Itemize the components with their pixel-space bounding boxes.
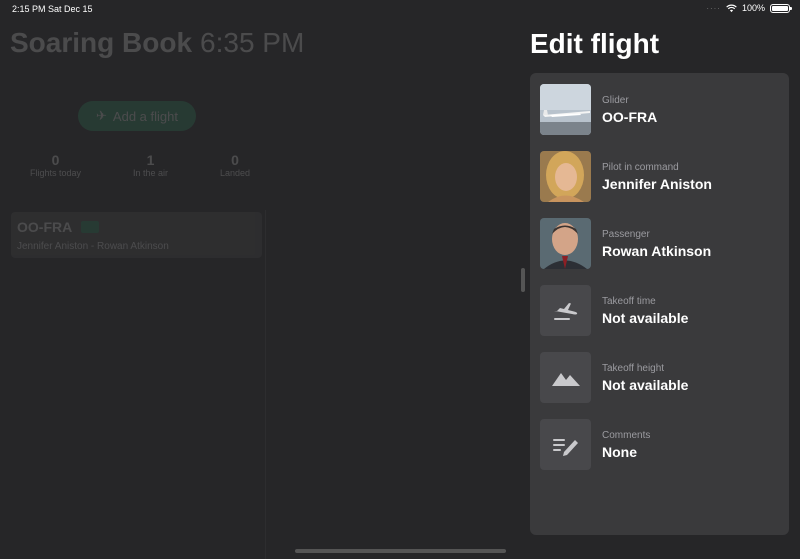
- comments-row[interactable]: Comments None: [540, 419, 780, 470]
- pilot-row[interactable]: Pilot in command Jennifer Aniston: [540, 151, 780, 202]
- comments-value: None: [602, 444, 637, 460]
- plane-icon: ✈: [96, 108, 107, 123]
- passenger-label: Passenger: [602, 229, 650, 240]
- battery-icon: [770, 3, 792, 13]
- flight-card[interactable]: OO-FRA Jennifer Aniston - Rowan Atkinson: [11, 212, 262, 258]
- comments-label: Comments: [602, 430, 651, 441]
- takeoff-icon: [540, 285, 591, 336]
- stat-item: 1 In the air: [133, 152, 168, 178]
- stat-value: 1: [146, 152, 155, 168]
- home-indicator[interactable]: [295, 549, 506, 553]
- takeoff-time-value: Not available: [602, 310, 689, 326]
- battery-percent: 100%: [741, 3, 765, 13]
- takeoff-time-row[interactable]: Takeoff time Not available: [540, 285, 780, 336]
- stat-label: In the air: [132, 168, 168, 178]
- passenger-row[interactable]: Passenger Rowan Atkinson: [540, 218, 780, 269]
- passenger-value: Rowan Atkinson: [602, 243, 712, 259]
- stat-value: 0: [51, 152, 60, 168]
- status-right: ···· 100%: [706, 3, 792, 13]
- takeoff-height-row[interactable]: Takeoff height Not available: [540, 352, 780, 403]
- pilot-avatar: [540, 151, 591, 202]
- stat-value: 0: [231, 152, 239, 168]
- background-app: Soaring Book 6:35 PM ✈ Add a flight 0 Flig…: [0, 0, 520, 559]
- flight-crew: Jennifer Aniston - Rowan Atkinson: [17, 241, 169, 252]
- signal-icon: ····: [706, 3, 721, 13]
- passenger-avatar: [540, 218, 591, 269]
- flight-registration: OO-FRA: [17, 219, 73, 235]
- stat-label: Landed: [219, 168, 250, 178]
- stat-item: 0 Landed: [220, 152, 250, 178]
- glider-photo: [540, 84, 591, 135]
- takeoff-time-label: Takeoff time: [602, 296, 656, 307]
- glider-label: Glider: [602, 95, 629, 106]
- add-flight-label: Add a flight: [112, 108, 178, 124]
- pilot-value: Jennifer Aniston: [602, 176, 712, 192]
- wifi-icon: [726, 4, 737, 12]
- stat-label: Flights today: [30, 168, 82, 178]
- split-divider: [265, 210, 266, 559]
- page-title: Edit flight: [530, 28, 660, 59]
- mountain-icon: [540, 352, 591, 403]
- app-clock: 6:35 PM: [200, 27, 305, 58]
- add-flight-button[interactable]: ✈ Add a flight: [78, 101, 196, 131]
- edit-notes-icon: [540, 419, 591, 470]
- resize-handle[interactable]: [521, 268, 525, 292]
- pilot-label: Pilot in command: [602, 162, 679, 173]
- flight-stats: 0 Flights today 1 In the air 0 Landed: [30, 152, 250, 178]
- app-title: Soaring Book 6:35 PM: [10, 27, 304, 59]
- stat-item: 0 Flights today: [30, 152, 81, 178]
- takeoff-height-label: Takeoff height: [602, 363, 665, 374]
- status-badge: [81, 221, 99, 233]
- glider-value: OO-FRA: [602, 109, 658, 125]
- takeoff-height-value: Not available: [602, 377, 689, 393]
- glider-row[interactable]: Glider OO-FRA: [540, 84, 780, 135]
- app-title-text: Soaring Book: [10, 27, 193, 58]
- edit-flight-card: Glider OO-FRA Pilot in command Jennifer …: [530, 73, 789, 535]
